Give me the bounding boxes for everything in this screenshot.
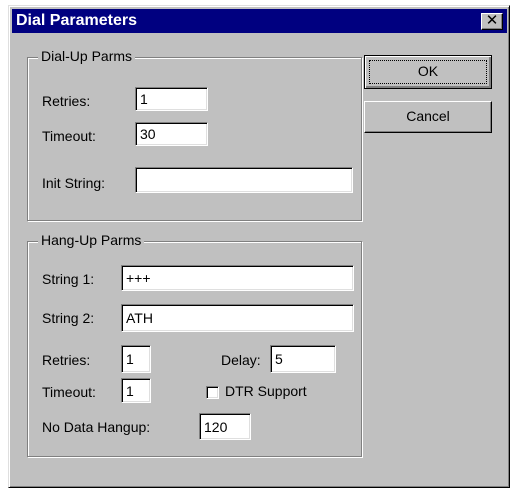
dialup-retries-input[interactable]	[135, 87, 208, 111]
hangup-parms-legend: Hang-Up Parms	[38, 232, 145, 248]
dtr-support-label[interactable]: DTR Support	[225, 383, 307, 399]
hangup-string2-input[interactable]	[121, 304, 354, 332]
hangup-timeout-label: Timeout:	[42, 384, 96, 400]
hangup-string2-label: String 2:	[42, 310, 95, 326]
title-bar[interactable]: Dial Parameters ✕	[12, 9, 507, 33]
ok-button-label: OK	[369, 60, 487, 84]
hangup-retries-input[interactable]	[121, 345, 151, 373]
hangup-timeout-input[interactable]	[121, 378, 151, 403]
cancel-button[interactable]: Cancel	[364, 101, 492, 133]
hangup-string1-input[interactable]	[121, 265, 354, 291]
dial-parameters-dialog: Dial Parameters ✕ Dial-Up Parms Retries:…	[8, 5, 510, 488]
hangup-string1-label: String 1:	[42, 271, 95, 287]
hangup-delay-input[interactable]	[270, 345, 336, 373]
no-data-hangup-label: No Data Hangup:	[42, 419, 151, 435]
window-title: Dial Parameters	[16, 12, 137, 29]
dtr-support-checkbox[interactable]	[206, 386, 219, 399]
ok-button[interactable]: OK	[364, 55, 492, 89]
dialup-timeout-input[interactable]	[135, 122, 208, 146]
dialup-init-string-input[interactable]	[135, 167, 353, 193]
dialup-parms-group: Dial-Up Parms Retries: Timeout: Init Str…	[27, 48, 362, 221]
close-icon[interactable]: ✕	[481, 13, 503, 30]
dialup-parms-legend: Dial-Up Parms	[38, 48, 136, 64]
hangup-retries-label: Retries:	[42, 352, 91, 368]
dialup-retries-label: Retries:	[42, 93, 91, 109]
hangup-delay-label: Delay:	[221, 352, 261, 368]
dialup-init-string-label: Init String:	[42, 175, 106, 191]
dialup-timeout-label: Timeout:	[42, 128, 96, 144]
hangup-parms-group: Hang-Up Parms String 1: String 2: Retrie…	[27, 232, 362, 457]
no-data-hangup-input[interactable]	[199, 413, 251, 440]
